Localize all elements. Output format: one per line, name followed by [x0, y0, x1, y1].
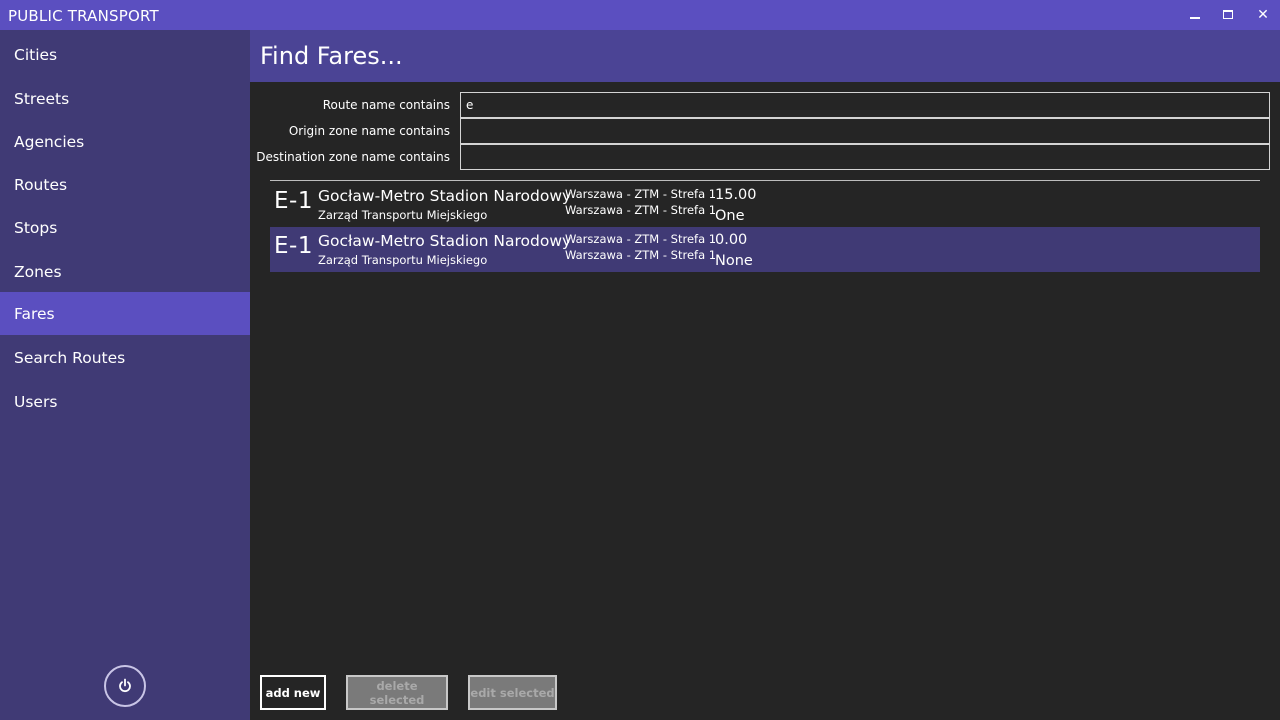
fare-transfers: One	[715, 208, 745, 224]
sidebar-item-label: Stops	[14, 218, 58, 237]
sidebar-item-agencies[interactable]: Agencies	[0, 120, 250, 163]
results-divider	[270, 180, 1260, 181]
sidebar-item-cities[interactable]: Cities	[0, 33, 250, 76]
route-name: Gocław-Metro Stadion Narodowy	[318, 187, 572, 205]
minimize-icon	[1190, 17, 1200, 19]
sidebar-item-label: Users	[14, 392, 58, 411]
maximize-icon	[1223, 9, 1233, 19]
route-name: Gocław-Metro Stadion Narodowy	[318, 232, 572, 250]
close-icon: ✕	[1257, 7, 1269, 23]
sidebar: Cities Streets Agencies Routes Stops Zon…	[0, 30, 250, 720]
origin-zone: Warszawa - ZTM - Strefa 1	[565, 187, 717, 201]
destination-zone: Warszawa - ZTM - Strefa 1	[565, 203, 717, 217]
route-name-input[interactable]	[460, 92, 1270, 118]
agency-name: Zarząd Transportu Miejskiego	[318, 208, 488, 222]
agency-name: Zarząd Transportu Miejskiego	[318, 253, 488, 267]
destination-zone: Warszawa - ZTM - Strefa 1	[565, 248, 717, 262]
fare-row[interactable]: E-1 Gocław-Metro Stadion Narodowy Zarząd…	[270, 227, 1260, 272]
route-name-label: Route name contains	[322, 98, 450, 112]
sidebar-item-search-routes[interactable]: Search Routes	[0, 336, 250, 379]
sidebar-item-fares[interactable]: Fares	[0, 292, 250, 335]
destination-zone-label: Destination zone name contains	[256, 150, 450, 164]
sidebar-item-label: Fares	[14, 304, 55, 323]
minimize-button[interactable]	[1178, 0, 1212, 30]
sidebar-item-zones[interactable]: Zones	[0, 250, 250, 293]
sidebar-item-users[interactable]: Users	[0, 380, 250, 423]
sidebar-item-label: Agencies	[14, 132, 85, 151]
sidebar-item-routes[interactable]: Routes	[0, 163, 250, 206]
fare-row[interactable]: E-1 Gocław-Metro Stadion Narodowy Zarząd…	[270, 182, 1260, 227]
fare-transfers: None	[715, 253, 753, 269]
fare-price: 15.00	[715, 187, 757, 203]
title-bar: PUBLIC TRANSPORT ✕	[0, 0, 1280, 30]
route-id: E-1	[274, 188, 313, 214]
page-title: Find Fares...	[260, 42, 403, 70]
edit-selected-button[interactable]: edit selected	[468, 675, 557, 710]
sidebar-item-label: Streets	[14, 89, 70, 108]
sidebar-item-stops[interactable]: Stops	[0, 206, 250, 249]
add-new-button[interactable]: add new	[260, 675, 326, 710]
power-button[interactable]	[104, 665, 146, 707]
route-id: E-1	[274, 233, 313, 259]
sidebar-item-streets[interactable]: Streets	[0, 77, 250, 120]
origin-zone: Warszawa - ZTM - Strefa 1	[565, 232, 717, 246]
sidebar-item-label: Cities	[14, 45, 58, 64]
delete-selected-button[interactable]: delete selected	[346, 675, 448, 710]
origin-zone-input[interactable]	[460, 118, 1270, 144]
power-icon	[119, 678, 131, 693]
sidebar-item-label: Zones	[14, 262, 62, 281]
origin-zone-label: Origin zone name contains	[288, 124, 450, 138]
sidebar-item-label: Routes	[14, 175, 68, 194]
page-header: Find Fares...	[250, 30, 1280, 82]
fare-price: 0.00	[715, 232, 748, 248]
destination-zone-input[interactable]	[460, 144, 1270, 170]
sidebar-item-label: Search Routes	[14, 348, 126, 367]
app-title: PUBLIC TRANSPORT	[8, 7, 159, 25]
maximize-button[interactable]	[1211, 0, 1245, 30]
close-button[interactable]: ✕	[1246, 0, 1280, 30]
